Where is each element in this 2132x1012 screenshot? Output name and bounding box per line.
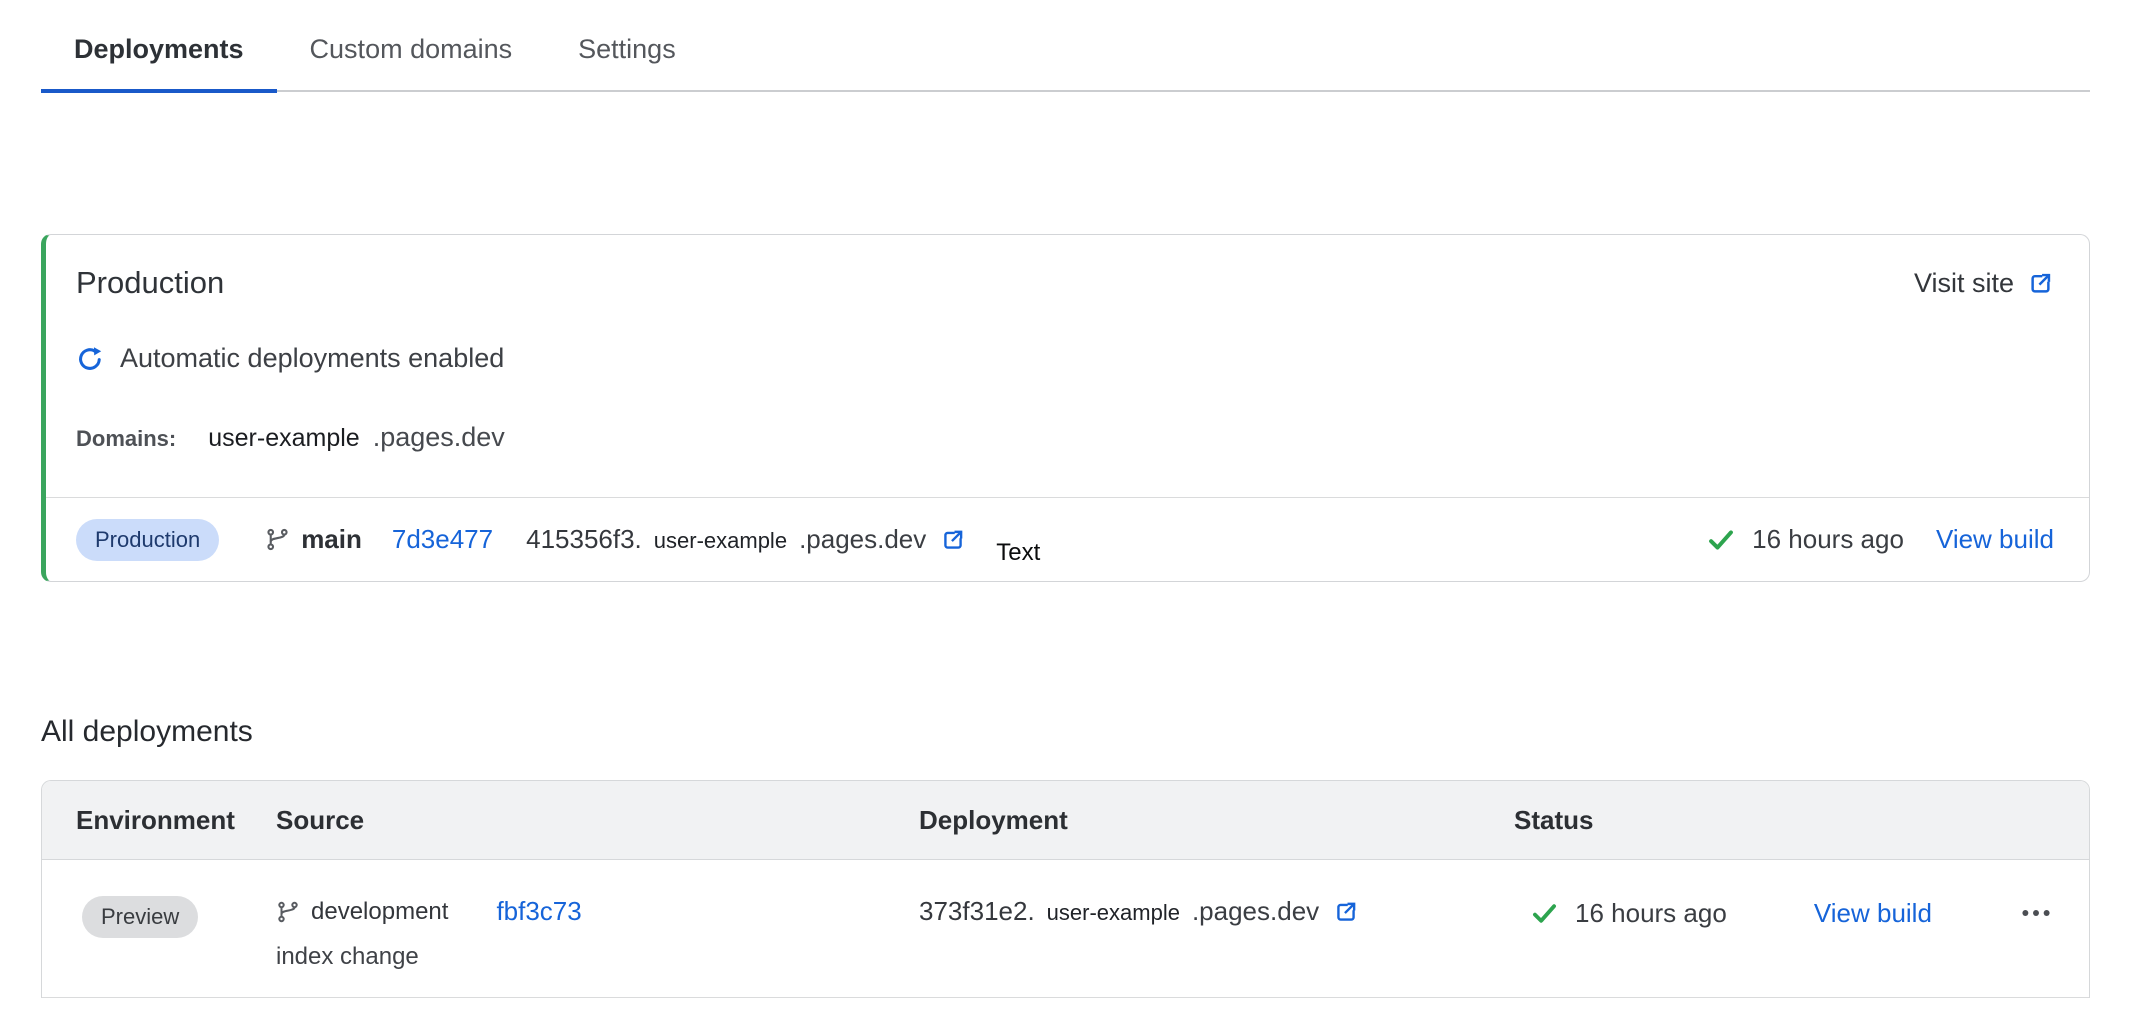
deployment-url[interactable]: 373f31e2. user-example .pages.dev (919, 896, 1514, 927)
tab-deployments[interactable]: Deployments (41, 22, 277, 93)
tab-custom-domains[interactable]: Custom domains (277, 22, 546, 93)
visit-site-label: Visit site (1914, 268, 2014, 299)
auto-deployments-label: Automatic deployments enabled (120, 343, 504, 374)
environment-badge: Preview (82, 896, 198, 938)
table-row: Preview development fbf3c73 (42, 860, 2089, 998)
deploy-time: 16 hours ago (1752, 524, 1904, 555)
deployments-table: Environment Source Deployment Status Pre… (41, 780, 2090, 998)
deployment-cell: 373f31e2. user-example .pages.dev (919, 896, 1514, 927)
view-build-link[interactable]: View build (1936, 524, 2054, 555)
production-card-header: Production Visit site (76, 265, 2054, 301)
url-project: user-example (1047, 900, 1180, 926)
branch-name: main (301, 524, 362, 555)
commit-link[interactable]: 7d3e477 (392, 524, 493, 555)
deployments-page: Deployments Custom domains Settings Prod… (0, 22, 2132, 1012)
url-suffix: .pages.dev (799, 524, 926, 555)
production-deployment-row: Production main 7d3e477 415356f3. user-e… (46, 497, 2089, 581)
check-icon (1707, 526, 1735, 554)
deploy-time: 16 hours ago (1575, 898, 1727, 929)
status-time-group: 16 hours ago (1531, 898, 1727, 929)
deployment-url[interactable]: 415356f3. user-example .pages.dev (526, 524, 966, 555)
status-cell: 16 hours ago View build (1514, 896, 2089, 930)
production-card: Production Visit site Automa (41, 234, 2090, 582)
visit-site-link[interactable]: Visit site (1914, 268, 2054, 299)
check-icon (1531, 900, 1558, 927)
column-header-status: Status (1514, 805, 2089, 836)
environment-cell: Preview (42, 896, 276, 938)
domains-label: Domains: (76, 426, 176, 452)
tab-settings[interactable]: Settings (545, 22, 709, 93)
source-cell: development fbf3c73 index change (276, 896, 919, 971)
text-annotation: Text (996, 539, 1040, 567)
external-link-icon (940, 527, 966, 553)
environment-badge: Production (76, 519, 219, 561)
url-suffix: .pages.dev (1192, 896, 1319, 927)
url-prefix: 373f31e2. (919, 896, 1035, 927)
external-link-icon (2027, 270, 2054, 297)
all-deployments-heading: All deployments (41, 715, 2090, 749)
view-build-link[interactable]: View build (1814, 898, 1932, 929)
column-header-deployment: Deployment (919, 805, 1514, 836)
branch-group: main (265, 524, 362, 555)
url-prefix: 415356f3. (526, 524, 642, 555)
production-title: Production (76, 265, 224, 301)
domain-suffix: .pages.dev (373, 422, 505, 453)
external-link-icon (1333, 899, 1359, 925)
domain-project-name: user-example (208, 424, 359, 453)
branch-name: development (311, 898, 448, 926)
git-branch-icon (276, 900, 300, 924)
commit-message: index change (276, 943, 919, 971)
ellipsis-icon[interactable] (2019, 896, 2053, 930)
tab-bar: Deployments Custom domains Settings (41, 22, 2090, 92)
commit-link[interactable]: fbf3c73 (496, 896, 581, 927)
refresh-icon (76, 345, 104, 373)
url-project: user-example (654, 528, 787, 554)
column-header-source: Source (276, 805, 919, 836)
column-header-environment: Environment (42, 805, 276, 836)
table-header-row: Environment Source Deployment Status (42, 781, 2089, 860)
auto-deployments-row: Automatic deployments enabled (76, 343, 2054, 374)
git-branch-icon (265, 527, 290, 552)
status-time-group: 16 hours ago (1707, 524, 1904, 555)
domains-row: Domains: user-example .pages.dev (76, 422, 2054, 453)
source-branch-line: development fbf3c73 (276, 896, 919, 927)
